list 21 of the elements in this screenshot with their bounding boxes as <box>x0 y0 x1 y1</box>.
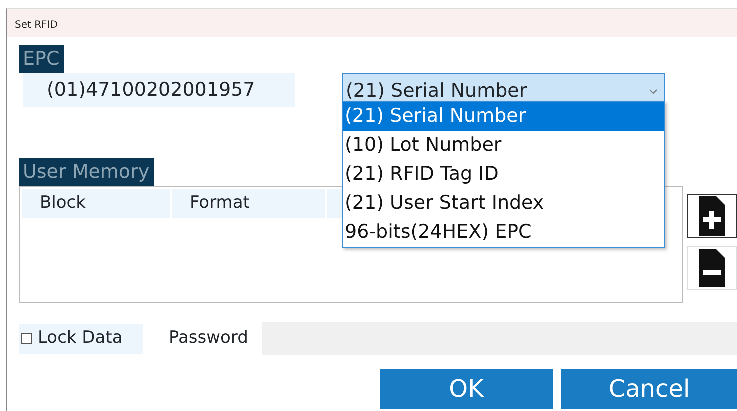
remove-button[interactable] <box>687 246 737 290</box>
column-header: Format <box>172 189 325 218</box>
document-plus-icon <box>699 196 725 236</box>
dropdown-option[interactable]: (21) User Start Index <box>343 189 664 218</box>
checkbox-square[interactable] <box>21 333 32 344</box>
epc-value: (01)47100202001957 <box>23 73 295 107</box>
chevron-icon <box>649 89 658 95</box>
ok-button[interactable]: OK <box>380 369 553 409</box>
dropdown-option[interactable]: (21) Serial Number <box>343 102 664 131</box>
dropdown-option[interactable]: 96-bits(24HEX) EPC <box>343 218 664 247</box>
password-label: Password <box>169 326 248 350</box>
dropdown-option[interactable]: (10) Lot Number <box>343 131 664 160</box>
column-header: Block <box>22 189 170 218</box>
cancel-button[interactable]: Cancel <box>561 369 737 409</box>
add-button[interactable] <box>687 194 737 238</box>
document-minus-icon <box>699 249 725 287</box>
section-label: User Memory <box>19 158 154 186</box>
lock-data-checkbox[interactable]: Lock Data <box>19 324 143 354</box>
section-label: EPC <box>19 45 64 73</box>
dropdown-option[interactable]: (21) RFID Tag ID <box>343 160 664 189</box>
window-title: Set RFID <box>7 9 737 37</box>
